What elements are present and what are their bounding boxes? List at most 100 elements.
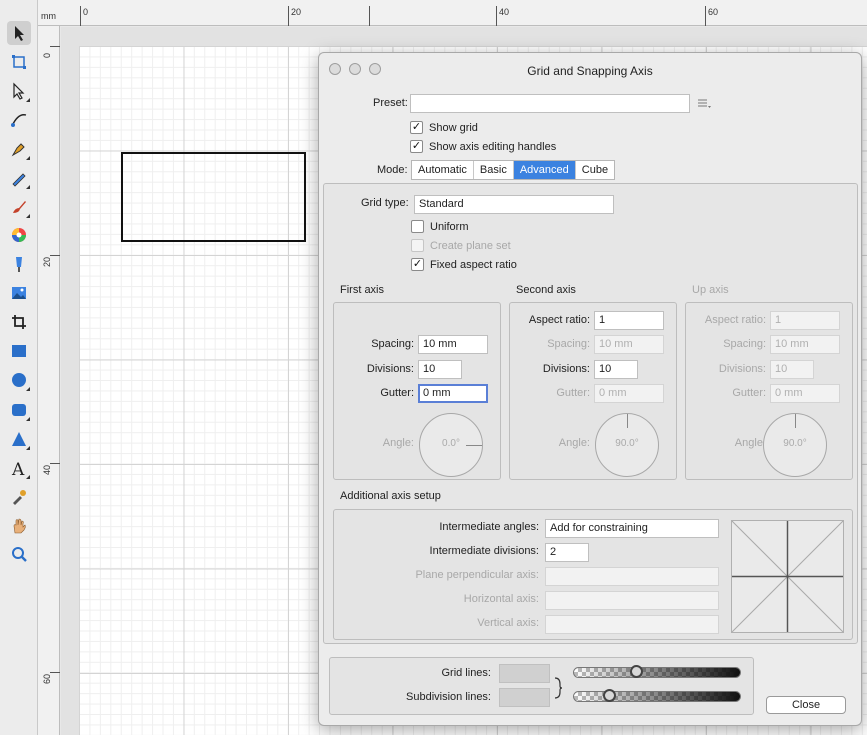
up-divisions-field[interactable]: 10 bbox=[770, 360, 814, 379]
vector-brush-tool[interactable] bbox=[7, 195, 31, 219]
axis-preview-diagram bbox=[731, 520, 844, 633]
create-plane-set-checkbox[interactable] bbox=[411, 239, 424, 252]
up-gutter-label: Gutter: bbox=[732, 387, 766, 399]
mode-automatic[interactable]: Automatic bbox=[412, 161, 474, 179]
subdivision-lines-color-swatch[interactable] bbox=[499, 688, 550, 707]
first-axis-group: Spacing: 10 mm Divisions: 10 Gutter: 0 m… bbox=[333, 302, 501, 480]
up-gutter-field[interactable]: 0 mm bbox=[770, 384, 840, 403]
ruler-top-tick bbox=[705, 6, 706, 26]
first-gutter-field[interactable]: 0 mm bbox=[418, 384, 488, 403]
dialog-titlebar[interactable]: Grid and Snapping Axis bbox=[319, 53, 861, 85]
up-aspect-field[interactable]: 1 bbox=[770, 311, 840, 330]
mode-basic[interactable]: Basic bbox=[474, 161, 514, 179]
second-spacing-field[interactable]: 10 mm bbox=[594, 335, 664, 354]
ruler-left-tick bbox=[50, 46, 60, 47]
grid-lines-slider-knob[interactable] bbox=[629, 665, 643, 678]
up-angle-dial[interactable]: 90.0° bbox=[763, 413, 827, 477]
tools-toolbar: A bbox=[0, 0, 38, 735]
subdivision-lines-label: Subdivision lines: bbox=[406, 691, 491, 703]
first-divisions-field[interactable]: 10 bbox=[418, 360, 462, 379]
up-spacing-field[interactable]: 10 mm bbox=[770, 335, 840, 354]
grid-lines-opacity-slider[interactable] bbox=[573, 665, 741, 678]
rectangle-tool[interactable] bbox=[7, 339, 31, 363]
mode-segmented-control: Automatic Basic Advanced Cube bbox=[411, 160, 616, 180]
first-spacing-field[interactable]: 10 mm bbox=[418, 335, 488, 354]
grid-lines-color-swatch[interactable] bbox=[499, 664, 550, 683]
second-angle-dial[interactable]: 90.0° bbox=[595, 413, 659, 477]
rounded-rectangle-tool[interactable] bbox=[7, 398, 31, 422]
image-icon bbox=[12, 287, 26, 299]
plane-perpendicular-select[interactable] bbox=[545, 567, 719, 586]
first-divisions-label: Divisions: bbox=[366, 363, 414, 375]
preset-menu-icon[interactable] bbox=[697, 98, 711, 110]
second-gutter-field[interactable]: 0 mm bbox=[594, 384, 664, 403]
up-angle-needle bbox=[795, 414, 796, 428]
color-picker-tool[interactable] bbox=[7, 485, 31, 509]
triangle-tool[interactable] bbox=[7, 427, 31, 451]
grid-type-select[interactable]: Standard bbox=[414, 195, 614, 214]
artboard-tool[interactable] bbox=[7, 50, 31, 74]
mode-cube[interactable]: Cube bbox=[576, 161, 614, 179]
intermediate-divisions-field[interactable]: 2 bbox=[545, 543, 589, 562]
pencil-tool[interactable] bbox=[7, 166, 31, 190]
first-gutter-label: Gutter: bbox=[380, 387, 414, 399]
show-grid-checkbox[interactable]: ✓ bbox=[410, 121, 423, 134]
subdivision-lines-slider-knob[interactable] bbox=[603, 689, 617, 702]
ruler-top-label: 60 bbox=[708, 7, 719, 17]
flyout-indicator bbox=[26, 185, 30, 189]
horizontal-axis-select[interactable] bbox=[545, 591, 719, 610]
point-transform-tool[interactable] bbox=[7, 108, 31, 132]
second-divisions-field[interactable]: 10 bbox=[594, 360, 638, 379]
intermediate-divisions-label: Intermediate divisions: bbox=[429, 545, 539, 557]
crop-tool[interactable] bbox=[7, 310, 31, 334]
up-angle-label: Angle: bbox=[734, 437, 766, 449]
show-axis-handles-label: Show axis editing handles bbox=[429, 141, 557, 153]
horizontal-ruler[interactable]: mm 0 20 40 60 bbox=[38, 0, 867, 26]
fill-tool[interactable] bbox=[7, 223, 31, 247]
move-tool[interactable] bbox=[7, 21, 31, 45]
show-axis-handles-checkbox[interactable]: ✓ bbox=[410, 140, 423, 153]
vertical-axis-select[interactable] bbox=[545, 615, 719, 634]
preset-field[interactable] bbox=[410, 94, 690, 113]
link-bracket-icon[interactable] bbox=[553, 676, 563, 700]
pen-tool[interactable] bbox=[7, 137, 31, 161]
subdivision-lines-opacity-slider[interactable] bbox=[573, 689, 741, 702]
ruler-top-tick bbox=[288, 6, 289, 26]
second-axis-group: Aspect ratio: 1 Spacing: 10 mm Divisions… bbox=[509, 302, 677, 480]
vertical-ruler[interactable]: 0 20 40 60 bbox=[38, 26, 60, 735]
transparency-tool[interactable] bbox=[7, 252, 31, 276]
zoom-tool[interactable] bbox=[7, 542, 31, 566]
close-button[interactable]: Close bbox=[766, 696, 846, 714]
first-angle-value: 0.0° bbox=[442, 438, 460, 449]
rectangle-icon bbox=[12, 345, 26, 357]
node-tool[interactable] bbox=[7, 79, 31, 103]
ruler-left-label: 0 bbox=[42, 52, 52, 58]
color-wheel-icon bbox=[12, 228, 26, 242]
place-image-tool[interactable] bbox=[7, 281, 31, 305]
uniform-checkbox[interactable] bbox=[411, 220, 424, 233]
first-axis-title: First axis bbox=[340, 284, 384, 296]
second-aspect-label: Aspect ratio: bbox=[528, 314, 590, 326]
intermediate-angles-select[interactable]: Add for constraining bbox=[545, 519, 719, 538]
ruler-left-tick bbox=[50, 672, 60, 673]
ruler-left-label: 60 bbox=[42, 673, 52, 684]
rectangle-shape[interactable] bbox=[121, 152, 306, 242]
second-aspect-field[interactable]: 1 bbox=[594, 311, 664, 330]
plane-perpendicular-label: Plane perpendicular axis: bbox=[415, 569, 539, 581]
ruler-position-marker bbox=[369, 6, 370, 26]
fixed-aspect-checkbox[interactable]: ✓ bbox=[411, 258, 424, 271]
ruler-top-label: 20 bbox=[291, 7, 302, 17]
magnifier-icon bbox=[12, 547, 27, 562]
up-spacing-label: Spacing: bbox=[723, 338, 766, 350]
svg-text:A: A bbox=[11, 460, 25, 477]
mode-advanced[interactable]: Advanced bbox=[513, 161, 576, 179]
create-plane-set-label: Create plane set bbox=[430, 240, 511, 252]
ruler-unit-label: mm bbox=[41, 11, 56, 21]
flyout-indicator bbox=[26, 446, 30, 450]
text-tool[interactable]: A bbox=[7, 456, 31, 480]
first-angle-dial[interactable]: 0.0° bbox=[419, 413, 483, 477]
ellipse-tool[interactable] bbox=[7, 368, 31, 392]
ruler-left-label: 20 bbox=[42, 256, 52, 267]
view-tool[interactable] bbox=[7, 514, 31, 538]
second-angle-needle bbox=[627, 414, 628, 428]
